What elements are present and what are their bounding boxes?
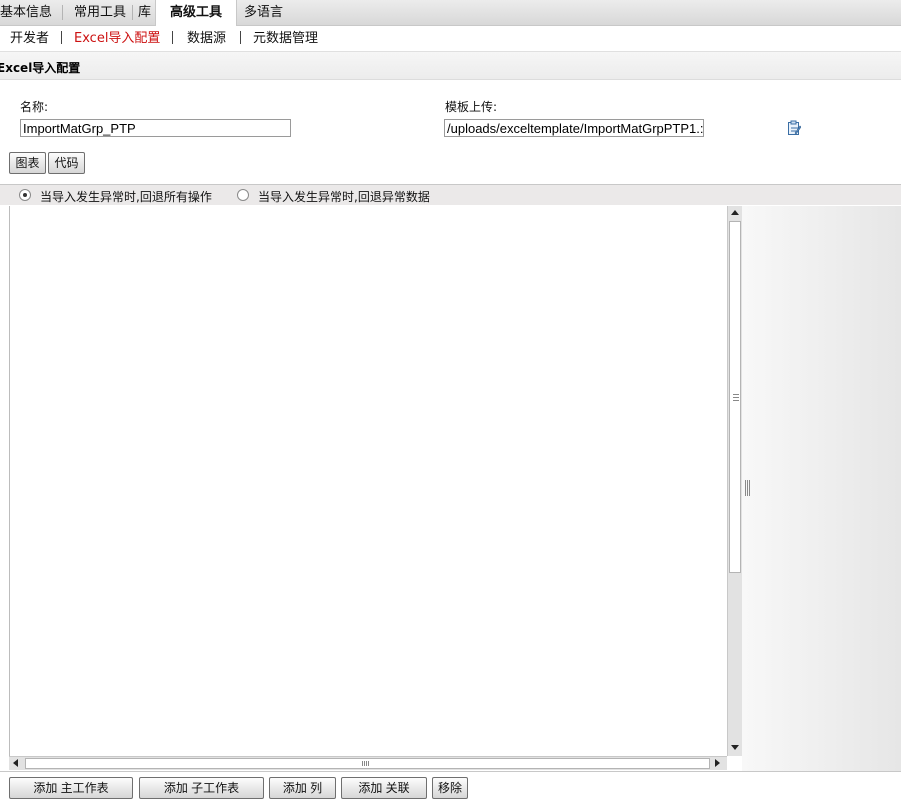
code-view-button[interactable]: 代码 bbox=[48, 152, 85, 174]
horizontal-scroll-thumb[interactable] bbox=[25, 758, 710, 769]
subnav-metadata-management[interactable]: 元数据管理 bbox=[253, 30, 318, 47]
scroll-up-icon[interactable] bbox=[731, 210, 739, 215]
subnav-separator bbox=[240, 31, 241, 44]
add-relation-button[interactable]: 添加 关联 bbox=[341, 777, 427, 799]
scroll-left-icon[interactable] bbox=[13, 759, 18, 767]
vertical-scroll-thumb[interactable] bbox=[729, 221, 741, 573]
properties-panel bbox=[742, 206, 901, 771]
tab-multilingual[interactable]: 多语言 bbox=[244, 0, 283, 25]
add-sub-sheet-button[interactable]: 添加 子工作表 bbox=[139, 777, 264, 799]
rollback-option-bar: 当导入发生异常时,回退所有操作 当导入发生异常时,回退异常数据 bbox=[0, 185, 901, 205]
remove-button[interactable]: 移除 bbox=[432, 777, 468, 799]
add-column-button[interactable]: 添加 列 bbox=[269, 777, 336, 799]
subnav-separator bbox=[61, 31, 62, 44]
section-header: Excel导入配置 bbox=[0, 52, 901, 80]
rollback-all-radio[interactable] bbox=[19, 189, 31, 201]
horizontal-scrollbar[interactable] bbox=[9, 756, 727, 770]
subnav-datasource[interactable]: 数据源 bbox=[187, 30, 226, 47]
sub-nav: 开发者 Excel导入配置 数据源 元数据管理 bbox=[0, 26, 901, 50]
splitter-grip-icon[interactable] bbox=[745, 480, 750, 496]
rollback-all-label[interactable]: 当导入发生异常时,回退所有操作 bbox=[40, 188, 212, 205]
scroll-right-icon[interactable] bbox=[715, 759, 720, 767]
subnav-separator bbox=[172, 31, 173, 44]
rollback-error-data-radio[interactable] bbox=[237, 189, 249, 201]
tab-separator bbox=[62, 5, 63, 20]
chart-view-button[interactable]: 图表 bbox=[9, 152, 46, 174]
tab-advanced-tools[interactable]: 高级工具 bbox=[155, 0, 237, 26]
clipboard-edit-icon[interactable] bbox=[787, 120, 801, 136]
tab-library[interactable]: 库 bbox=[138, 0, 151, 25]
template-upload-input[interactable]: /uploads/exceltemplate/ImportMatGrpPTP1.… bbox=[444, 119, 704, 137]
name-label: 名称: bbox=[20, 100, 49, 114]
rollback-error-data-label[interactable]: 当导入发生异常时,回退异常数据 bbox=[258, 188, 430, 205]
vertical-scrollbar[interactable] bbox=[727, 206, 742, 756]
add-main-sheet-button[interactable]: 添加 主工作表 bbox=[9, 777, 133, 799]
tab-basic-info[interactable]: 基本信息 bbox=[0, 0, 52, 25]
design-canvas[interactable] bbox=[9, 206, 728, 756]
template-upload-label: 模板上传: bbox=[445, 100, 498, 114]
bottom-divider bbox=[0, 771, 901, 772]
tab-common-tools[interactable]: 常用工具 bbox=[74, 0, 126, 25]
tab-separator bbox=[132, 5, 133, 20]
scroll-down-icon[interactable] bbox=[731, 745, 739, 750]
subnav-excel-import-config[interactable]: Excel导入配置 bbox=[74, 30, 160, 47]
page-title: Excel导入配置 bbox=[0, 61, 81, 75]
subnav-developer[interactable]: 开发者 bbox=[10, 30, 49, 47]
top-tab-bar: 基本信息 常用工具 库 高级工具 多语言 bbox=[0, 0, 901, 26]
name-input[interactable]: ImportMatGrp_PTP bbox=[20, 119, 291, 137]
